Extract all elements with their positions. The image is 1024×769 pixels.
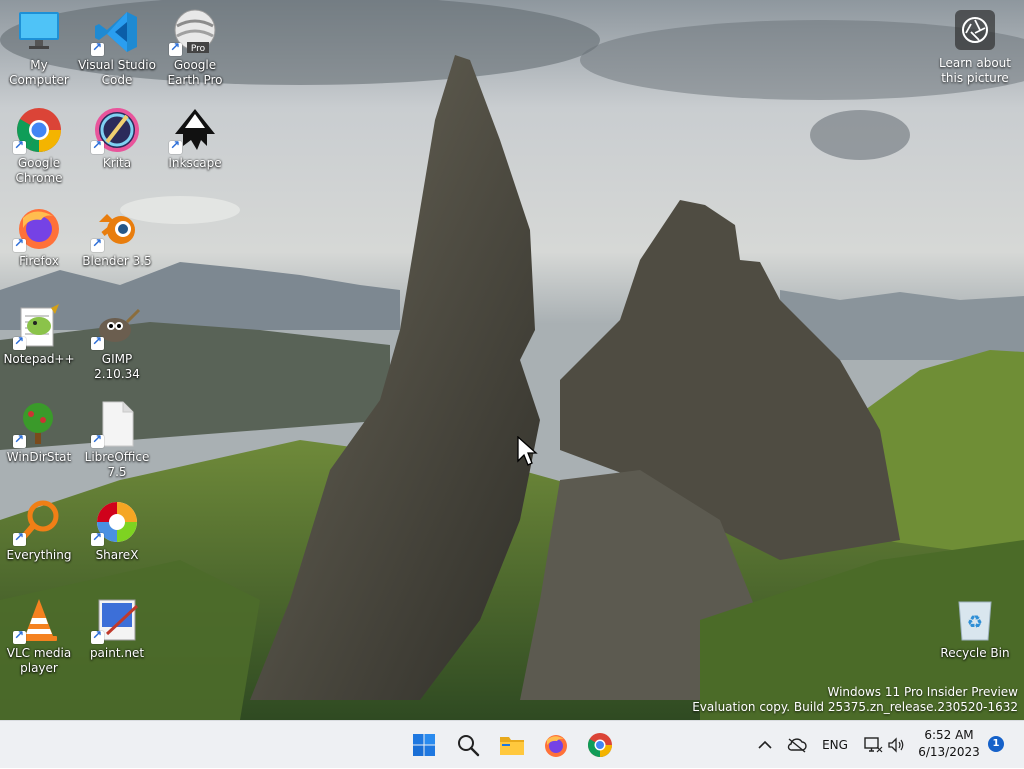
desktop-icon-label: Blender 3.5 (82, 254, 152, 268)
desktop-icon-gimp[interactable]: GIMP 2.10.34 (78, 302, 156, 382)
shortcut-arrow-icon (13, 236, 26, 252)
earth-pro-badge: Pro (191, 44, 206, 54)
desktop-icon-label: Google Chrome (15, 156, 63, 185)
learn-about-picture[interactable]: Learn about this picture (938, 10, 1012, 86)
desktop-icon-label: LibreOffice 7.5 (84, 450, 150, 479)
desktop-icon-label: WinDirStat (6, 450, 72, 464)
shortcut-arrow-icon (169, 138, 182, 154)
clock-time: 6:52 AM (924, 728, 974, 742)
desktop-icon-recycle-bin[interactable]: ♻ Recycle Bin (936, 596, 1014, 661)
desktop-icon-label: Krita (102, 156, 132, 170)
desktop-icon-label: Notepad++ (3, 352, 75, 366)
desktop-icon-notepadpp[interactable]: Notepad++ (0, 302, 78, 367)
chevron-up-icon (758, 740, 772, 749)
evaluation-watermark: Windows 11 Pro Insider Preview Evaluatio… (692, 685, 1018, 715)
desktop-icon-label: ShareX (95, 548, 139, 562)
desktop-icon-label: My Computer (9, 58, 69, 87)
desktop[interactable]: My Computer Visual Studio Code Pro Googl… (0, 0, 1024, 720)
cloud-offline-icon (787, 738, 807, 753)
desktop-icon-inkscape[interactable]: Inkscape (156, 106, 234, 171)
desktop-icon-label: VLC media player (6, 646, 72, 675)
desktop-icon-label: paint.net (89, 646, 145, 660)
desktop-icon-my-computer[interactable]: My Computer (0, 8, 78, 88)
shortcut-arrow-icon (91, 432, 104, 448)
desktop-icon-label: Everything (6, 548, 72, 562)
watermark-line2: Evaluation copy. Build 25375.zn_release.… (692, 700, 1018, 714)
desktop-icon-paintnet[interactable]: paint.net (78, 596, 156, 661)
shortcut-arrow-icon (91, 334, 104, 350)
start-button[interactable] (406, 727, 442, 763)
desktop-icon-label: Recycle Bin (940, 646, 1010, 660)
svg-text:♻: ♻ (967, 612, 983, 633)
camera-aperture-icon (962, 17, 988, 43)
desktop-icon-label: GIMP 2.10.34 (94, 352, 140, 381)
search-button[interactable] (450, 727, 486, 763)
shortcut-arrow-icon (91, 236, 104, 252)
shortcut-arrow-icon (169, 40, 182, 56)
desktop-icon-vlc[interactable]: VLC media player (0, 596, 78, 676)
onedrive-button[interactable] (784, 721, 810, 769)
firefox-icon (545, 735, 567, 757)
clock-date: 6/13/2023 (918, 745, 980, 759)
windows-logo-icon (413, 734, 435, 756)
desktop-icon-chrome[interactable]: Google Chrome (0, 106, 78, 186)
watermark-line1: Windows 11 Pro Insider Preview (827, 685, 1018, 699)
clock[interactable]: 6:52 AM 6/13/2023 (912, 727, 986, 761)
desktop-icon-label: Inkscape (168, 156, 222, 170)
desktop-icon-everything[interactable]: Everything (0, 498, 78, 563)
desktop-icon-krita[interactable]: Krita (78, 106, 156, 171)
shortcut-arrow-icon (13, 138, 26, 154)
shortcut-arrow-icon (13, 530, 26, 546)
notification-badge[interactable]: 1 (988, 736, 1004, 752)
folder-icon (500, 737, 524, 755)
network-icon (864, 737, 883, 753)
firefox-taskbar-button[interactable] (538, 727, 574, 763)
desktop-icon-windirstat[interactable]: WinDirStat (0, 400, 78, 465)
recycle-bin-icon: ♻ (958, 601, 992, 641)
desktop-icon-firefox[interactable]: Firefox (0, 204, 78, 269)
shortcut-arrow-icon (91, 40, 104, 56)
shortcut-arrow-icon (91, 138, 104, 154)
shortcut-arrow-icon (91, 628, 104, 644)
chrome-icon (587, 733, 612, 758)
desktop-icon-sharex[interactable]: ShareX (78, 498, 156, 563)
file-explorer-button[interactable] (494, 727, 530, 763)
shortcut-arrow-icon (91, 530, 104, 546)
shortcut-arrow-icon (13, 432, 26, 448)
chrome-taskbar-button[interactable] (582, 727, 618, 763)
desktop-icon-label: Visual Studio Code (78, 58, 156, 87)
desktop-icon-vscode[interactable]: Visual Studio Code (78, 8, 156, 88)
monitor-icon (19, 12, 59, 49)
show-hidden-icons-button[interactable] (754, 721, 776, 769)
desktop-icon-blender[interactable]: Blender 3.5 (78, 204, 156, 269)
taskbar: ENG 6:52 AM 6/13/2023 (0, 720, 1024, 768)
desktop-icon-label: Firefox (19, 254, 59, 268)
volume-icon (888, 737, 904, 753)
desktop-icon-google-earth[interactable]: Pro Google Earth Pro (156, 8, 234, 88)
desktop-icon-libreoffice[interactable]: LibreOffice 7.5 (78, 400, 156, 480)
learn-about-label: Learn about this picture (939, 56, 1011, 85)
language-indicator[interactable]: ENG (816, 721, 854, 769)
search-icon (458, 735, 480, 757)
shortcut-arrow-icon (13, 334, 26, 350)
desktop-icon-label: Google Earth Pro (167, 58, 223, 87)
network-volume-button[interactable] (860, 721, 908, 769)
shortcut-arrow-icon (13, 628, 26, 644)
mouse-cursor-icon (517, 436, 538, 466)
